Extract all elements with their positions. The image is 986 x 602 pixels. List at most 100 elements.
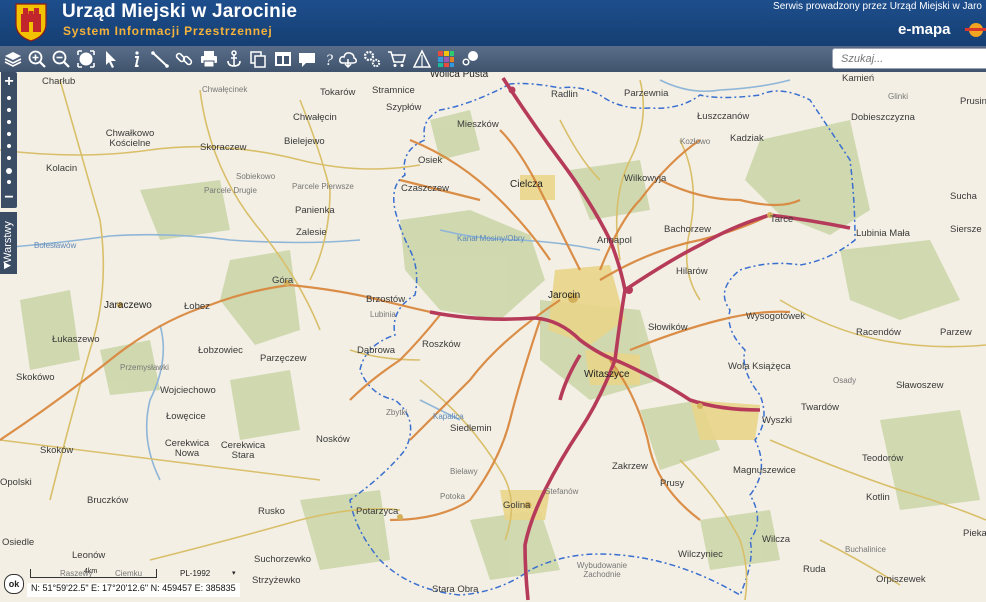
zoom-level-dot[interactable] (7, 180, 11, 184)
place-label: Potoka (440, 492, 465, 501)
zoom-level-dot[interactable] (7, 132, 11, 136)
scale-label: 4km (84, 568, 98, 575)
zoom-level-dot[interactable] (7, 144, 11, 148)
zoom-out-icon[interactable] (51, 49, 71, 69)
place-label: Roszków (422, 339, 461, 350)
place-label: Wilkowyja (624, 173, 667, 184)
zoom-level-dot[interactable] (7, 96, 11, 100)
app-title: Urząd Miejski w Jarocinie (62, 1, 298, 22)
place-label: Lubinia Mała (856, 228, 910, 239)
comment-icon[interactable] (297, 49, 317, 69)
water-label: Bolesławów (34, 241, 77, 250)
app-subtitle: System Informacji Przestrzennej (63, 24, 273, 38)
place-label: Strzyżewko (252, 575, 301, 586)
place-label: Bruczków (87, 495, 129, 506)
place-label: Wybudowanie Zachodnie (576, 561, 628, 579)
zoom-control: + − (1, 72, 17, 208)
place-label: Szypłów (386, 102, 422, 113)
place-label: Skokówo (16, 372, 55, 383)
select-arrow-icon[interactable] (101, 49, 121, 69)
place-label: Przemysławki (120, 363, 169, 372)
map-view[interactable]: Wolica Pusta Charłub Chwałęcinek Tokarów… (0, 72, 986, 602)
place-label: Mieszków (457, 119, 499, 130)
place-label: Racendów (856, 327, 901, 338)
place-label: Witaszyce (584, 369, 630, 380)
e-mapa-brand[interactable]: e-mapa (898, 21, 951, 38)
place-label: Buchalinice (845, 545, 886, 554)
cloud-icon[interactable] (338, 49, 358, 69)
place-label: Teodorów (862, 453, 904, 464)
link-icon[interactable] (174, 49, 194, 69)
place-label: Wola Książęca (728, 361, 791, 372)
place-label: Stara Obra (432, 584, 479, 595)
place-label: Kamień (842, 73, 875, 84)
place-label: Leonów (72, 550, 106, 561)
place-label: Ruda (803, 564, 826, 575)
place-label: Chwałęcin (293, 112, 337, 123)
anchor-icon[interactable] (224, 49, 244, 69)
place-label: Góra (272, 275, 294, 286)
place-label: Słowików (648, 322, 688, 333)
place-label: Skoków (40, 445, 74, 456)
place-label: Piekar (963, 528, 986, 539)
place-label: Tokarów (320, 87, 356, 98)
copy-icon[interactable] (248, 49, 268, 69)
place-label: Skoraczew (200, 142, 247, 153)
triangle-icon[interactable] (412, 49, 432, 69)
grid-icon[interactable] (436, 49, 456, 69)
place-label: Bachorzew (664, 224, 711, 235)
zoom-level-dot[interactable] (7, 108, 11, 112)
place-label: Kozłowo (680, 137, 711, 146)
place-label: Łobzowiec (198, 345, 243, 356)
info-icon[interactable] (126, 49, 146, 69)
print-icon[interactable] (199, 49, 219, 69)
place-label: Bielawy (450, 467, 478, 476)
place-label: Brzostów (366, 294, 406, 305)
zoom-out-button[interactable]: − (1, 190, 17, 206)
place-label: Sobiekowo (236, 172, 276, 181)
chevron-down-icon[interactable]: ▾ (232, 569, 236, 577)
place-label: Cerekwica Stara (220, 440, 266, 461)
place-label: Wilczyniec (678, 549, 723, 560)
cart-icon[interactable] (387, 49, 407, 69)
place-label: Golina (503, 500, 531, 511)
crs-select[interactable]: PL-1992 (180, 569, 210, 578)
zoom-level-dot[interactable] (7, 156, 11, 160)
place-label: Orpiszewek (876, 574, 926, 585)
place-label: Wysogotówek (746, 311, 806, 322)
svg-text:?: ? (325, 52, 333, 69)
place-label: Stefanów (545, 487, 579, 496)
measure-line-icon[interactable] (150, 49, 170, 69)
search-input[interactable] (832, 48, 986, 69)
zoom-in-button[interactable]: + (1, 74, 17, 90)
place-label: Cerekwica Nowa (164, 438, 210, 459)
coordinates-readout: N: 51°59'22.5" E: 17°20'12.6" N: 459457 … (27, 583, 240, 597)
place-label: Dobieszczyzna (851, 112, 915, 123)
chat-icon[interactable] (460, 49, 480, 69)
help-icon[interactable]: ? (320, 49, 340, 69)
zoom-in-icon[interactable] (27, 49, 47, 69)
place-label: Wolica Pusta (430, 72, 489, 80)
layers-icon[interactable] (3, 49, 23, 69)
layers-tab[interactable]: Warstwy ▶ (0, 212, 17, 274)
place-label: Sławoszew (896, 380, 944, 391)
place-label: Siedlemin (450, 423, 492, 434)
map-canvas[interactable] (0, 72, 986, 602)
settings-icon[interactable] (362, 49, 382, 69)
place-label: Twardów (801, 402, 840, 413)
ok-button[interactable]: ok (4, 574, 24, 594)
app-header: Urząd Miejski w Jarocinie System Informa… (0, 0, 986, 46)
place-label: Lubinia (370, 310, 396, 319)
zoom-extent-icon[interactable] (76, 49, 96, 69)
zoom-level-indicator[interactable] (6, 168, 12, 174)
place-label: Parzęczew (260, 353, 307, 364)
place-label: Kapalica (433, 412, 464, 421)
zoom-level-dot[interactable] (7, 120, 11, 124)
place-label: Siersze (950, 224, 982, 235)
place-label: Opolski (0, 477, 32, 488)
window-icon[interactable] (273, 49, 293, 69)
place-label: Glinki (888, 92, 909, 101)
place-label: Parcele Pierwsze (292, 182, 354, 191)
place-label: Łobez (184, 301, 210, 312)
place-label: Kotlin (866, 492, 890, 503)
